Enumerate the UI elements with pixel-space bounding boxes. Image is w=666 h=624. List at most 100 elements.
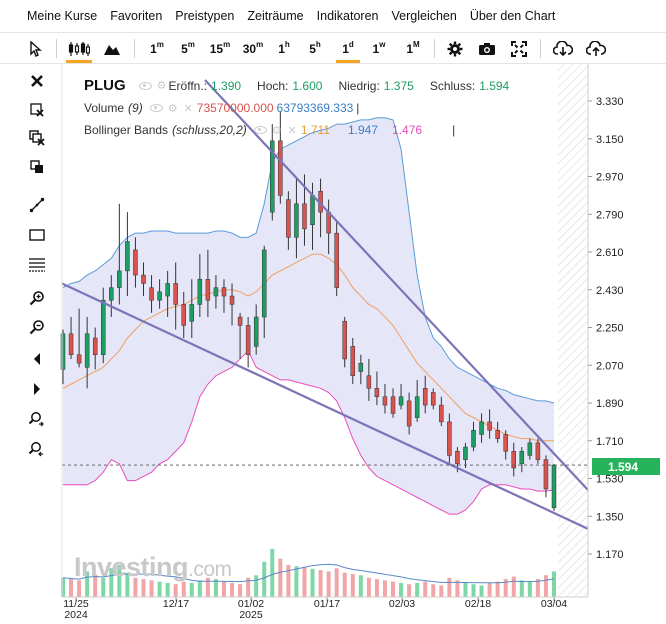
y-tick-label: 2.790 — [596, 209, 624, 221]
candle-body — [366, 375, 372, 389]
candle-body — [455, 450, 460, 465]
candle-body — [471, 430, 476, 448]
y-tick-label: 1.530 — [596, 474, 624, 486]
volume-bar — [519, 580, 524, 597]
volume-bar — [399, 582, 404, 597]
legend-price-row: PLUG ⚙ Eröffn.: 1.390 Hoch: 1.600 Niedri… — [84, 77, 525, 94]
candle-body — [125, 241, 130, 272]
candle-body — [511, 450, 517, 469]
volume-bar — [431, 584, 436, 597]
candle-body — [92, 337, 98, 356]
candle-body — [245, 325, 251, 356]
volume-bar — [342, 572, 347, 597]
low-label: Niedrig: — [338, 78, 380, 93]
bb-param: (schluss,20,2) — [172, 123, 247, 137]
volume-bar — [350, 573, 355, 597]
candle-body — [302, 203, 307, 230]
volume-bar — [286, 565, 291, 597]
candle-body — [463, 446, 468, 460]
candle-body — [398, 396, 404, 406]
volume-ma-value: 63793369.333 — [276, 101, 354, 115]
eye-icon[interactable] — [149, 104, 163, 112]
candle-body — [334, 232, 339, 288]
candle-body — [197, 279, 203, 305]
candle-body — [261, 249, 267, 318]
x-tick-label: 02/03 — [389, 598, 415, 610]
close-icon[interactable]: ✕ — [184, 102, 193, 115]
volume-label: Volume — [84, 101, 125, 115]
volume-bar — [447, 577, 452, 597]
y-tick-label: 2.070 — [596, 360, 624, 372]
volume-bar — [238, 584, 243, 597]
eye-icon[interactable] — [138, 81, 152, 90]
candle-body — [479, 421, 484, 435]
y-tick-label: 1.170 — [596, 549, 624, 561]
y-tick-label: 2.430 — [596, 285, 624, 297]
volume-bar — [471, 584, 476, 597]
candle-body — [181, 304, 186, 326]
high-label: Hoch: — [257, 78, 289, 93]
volume-bar — [262, 561, 267, 597]
candle-body — [213, 287, 219, 297]
volume-bar — [221, 581, 226, 597]
y-tick-label: 2.970 — [596, 172, 624, 184]
candle-body — [422, 388, 428, 406]
volume-bar — [495, 581, 500, 597]
volume-bar — [552, 571, 556, 597]
candle-body — [221, 287, 227, 297]
candle-body — [133, 249, 138, 276]
volume-value: 73570000.000 — [196, 101, 274, 115]
gear-icon[interactable]: ⚙ — [272, 124, 282, 137]
volume-bar — [230, 582, 235, 597]
open-value: 1.390 — [211, 78, 242, 93]
candle-body — [149, 287, 154, 301]
eye-icon[interactable] — [253, 126, 267, 134]
candle-body — [543, 459, 549, 490]
close-icon[interactable]: ✕ — [288, 124, 297, 137]
candle-body — [189, 304, 195, 322]
candle-body — [310, 195, 315, 225]
volume-bar — [326, 571, 331, 597]
high-value: 1.600 — [292, 78, 323, 93]
volume-bar — [479, 585, 484, 597]
candle-body — [157, 291, 162, 301]
candle-body — [205, 279, 211, 301]
volume-bar — [382, 580, 387, 597]
y-tick-label: 1.890 — [596, 398, 624, 410]
volume-bar — [463, 582, 468, 597]
candle-body — [535, 442, 541, 460]
candle-body — [84, 333, 90, 368]
low-value: 1.375 — [383, 78, 414, 93]
candle-body — [237, 316, 243, 326]
candle-body — [286, 199, 291, 238]
gear-icon[interactable]: ⚙ — [157, 79, 167, 92]
bb-lower-value: 1.476 — [392, 123, 423, 137]
candle-body — [68, 333, 74, 356]
legend-volume-row: Volume (9) ⚙ ✕ 73570000.000 63793369.333… — [84, 101, 360, 115]
volume-bar — [189, 582, 194, 597]
volume-bar — [302, 567, 307, 597]
volume-bar — [294, 566, 299, 597]
candle-body — [439, 404, 444, 423]
candle-body — [117, 270, 122, 288]
candle-body — [109, 287, 114, 301]
volume-bar — [511, 576, 516, 597]
volume-bar — [358, 575, 363, 597]
volume-bar — [318, 570, 323, 597]
volume-bar — [310, 568, 315, 597]
candle-body — [503, 434, 508, 452]
bb-upper-value: 1.711 — [300, 123, 330, 137]
volume-bar — [407, 584, 412, 597]
x-tick-label: 02/18 — [465, 598, 491, 610]
volume-bar — [334, 568, 339, 597]
volume-bar — [366, 577, 371, 597]
gear-icon[interactable]: ⚙ — [168, 102, 178, 115]
candle-body — [100, 299, 106, 356]
x-tick-sublabel: 2024 — [64, 609, 88, 621]
volume-bar — [278, 558, 283, 597]
candle-body — [487, 421, 492, 431]
candle-body — [253, 316, 259, 347]
candle-body — [414, 396, 420, 418]
legend-bb-row: Bollinger Bands (schluss,20,2) ⚙ ✕ 1.711… — [84, 123, 456, 137]
volume-bar — [543, 575, 548, 597]
